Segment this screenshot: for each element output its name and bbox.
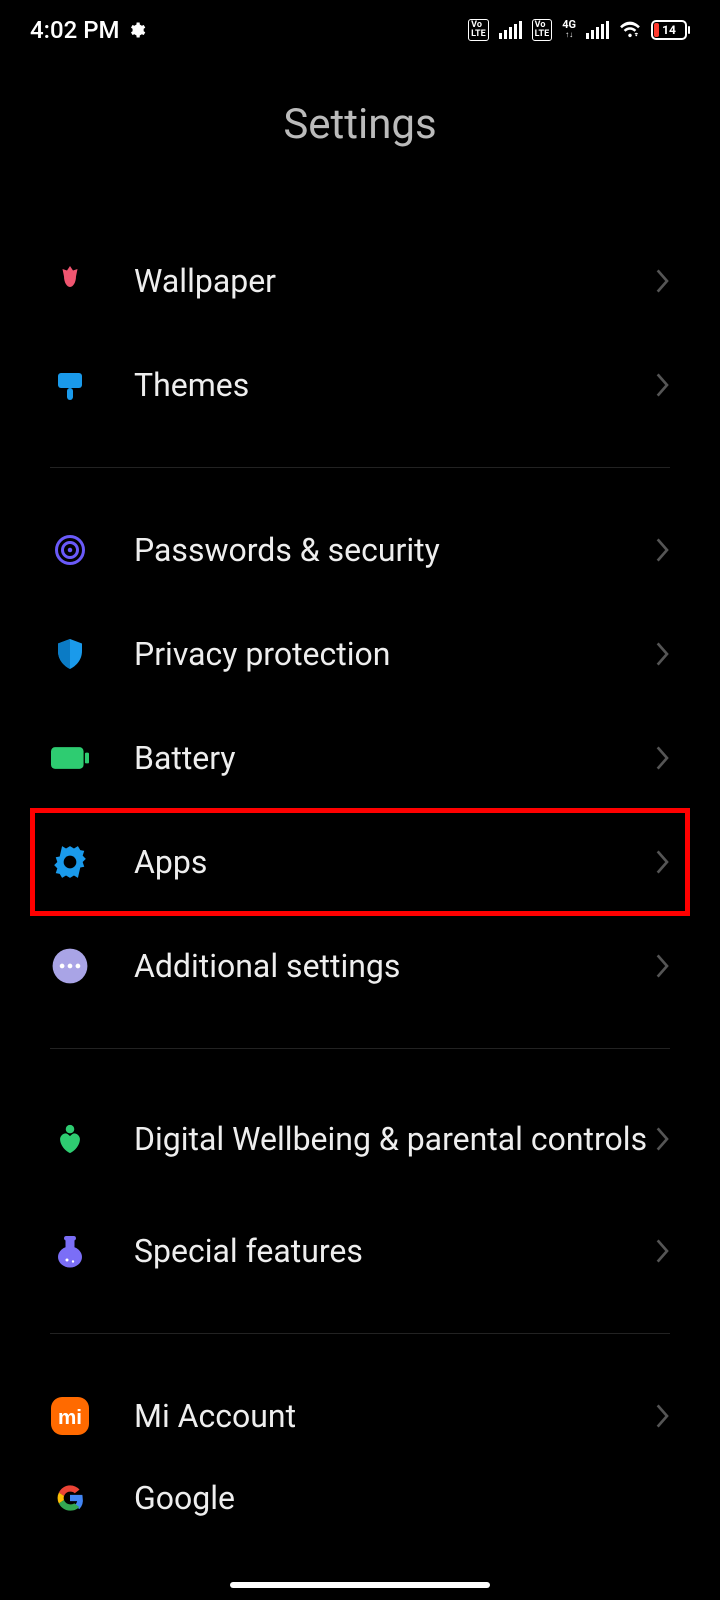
settings-item-wallpaper[interactable]: Wallpaper	[0, 229, 720, 333]
chevron-right-icon	[656, 850, 670, 874]
tulip-icon	[50, 261, 90, 301]
google-icon	[50, 1478, 90, 1518]
settings-item-label: Digital Wellbeing & parental controls	[134, 1120, 656, 1158]
settings-item-google[interactable]: Google	[0, 1468, 720, 1528]
wifi-icon	[619, 21, 641, 39]
svg-text:mi: mi	[58, 1406, 82, 1429]
settings-item-digital-wellbeing[interactable]: Digital Wellbeing & parental controls	[0, 1079, 720, 1199]
chevron-right-icon	[656, 746, 670, 770]
settings-item-label: Privacy protection	[134, 635, 656, 673]
status-right: VoLTE VoLTE 4G ↑↓ 14	[468, 19, 690, 41]
settings-item-privacy-protection[interactable]: Privacy protection	[0, 602, 720, 706]
settings-item-label: Battery	[134, 739, 656, 777]
settings-item-label: Mi Account	[134, 1397, 656, 1435]
wellbeing-icon	[50, 1119, 90, 1159]
divider	[50, 1048, 670, 1049]
settings-item-label: Special features	[134, 1232, 656, 1270]
divider	[50, 467, 670, 468]
chevron-right-icon	[656, 1127, 670, 1151]
settings-item-label: Google	[134, 1479, 670, 1517]
network-type-label: 4G ↑↓	[562, 20, 576, 40]
settings-item-passwords-security[interactable]: Passwords & security	[0, 498, 720, 602]
nav-indicator[interactable]	[230, 1582, 490, 1588]
shield-icon	[50, 634, 90, 674]
settings-item-special-features[interactable]: Special features	[0, 1199, 720, 1303]
settings-item-label: Apps	[134, 843, 656, 881]
chevron-right-icon	[656, 954, 670, 978]
battery-status-icon: 14	[651, 20, 690, 40]
chevron-right-icon	[656, 1239, 670, 1263]
chevron-right-icon	[656, 642, 670, 666]
volte-badge-1: VoLTE	[468, 19, 489, 41]
signal-bars-1	[499, 21, 522, 39]
dots-icon	[50, 946, 90, 986]
settings-item-additional-settings[interactable]: Additional settings	[0, 914, 720, 1018]
status-bar: 4:02 PM VoLTE VoLTE 4G ↑↓ 14	[0, 0, 720, 60]
app-gear-icon	[50, 842, 90, 882]
flask-icon	[50, 1231, 90, 1271]
settings-item-battery[interactable]: Battery	[0, 706, 720, 810]
chevron-right-icon	[656, 269, 670, 293]
chevron-right-icon	[656, 1404, 670, 1428]
settings-item-label: Additional settings	[134, 947, 656, 985]
settings-item-apps[interactable]: Apps	[0, 810, 720, 914]
status-time: 4:02 PM	[30, 16, 120, 44]
mi-icon: mi	[50, 1396, 90, 1436]
volte-badge-2: VoLTE	[532, 19, 553, 41]
settings-indicator-icon	[128, 21, 146, 39]
page-title: Settings	[0, 100, 720, 149]
divider	[50, 1333, 670, 1334]
fingerprint-icon	[50, 530, 90, 570]
status-left: 4:02 PM	[30, 16, 146, 44]
brush-icon	[50, 365, 90, 405]
settings-item-label: Themes	[134, 366, 656, 404]
settings-item-themes[interactable]: Themes	[0, 333, 720, 437]
battery-icon	[50, 738, 90, 778]
chevron-right-icon	[656, 373, 670, 397]
chevron-right-icon	[656, 538, 670, 562]
settings-item-label: Wallpaper	[134, 262, 656, 300]
settings-item-label: Passwords & security	[134, 531, 656, 569]
signal-bars-2	[586, 21, 609, 39]
settings-item-mi-account[interactable]: mi Mi Account	[0, 1364, 720, 1468]
